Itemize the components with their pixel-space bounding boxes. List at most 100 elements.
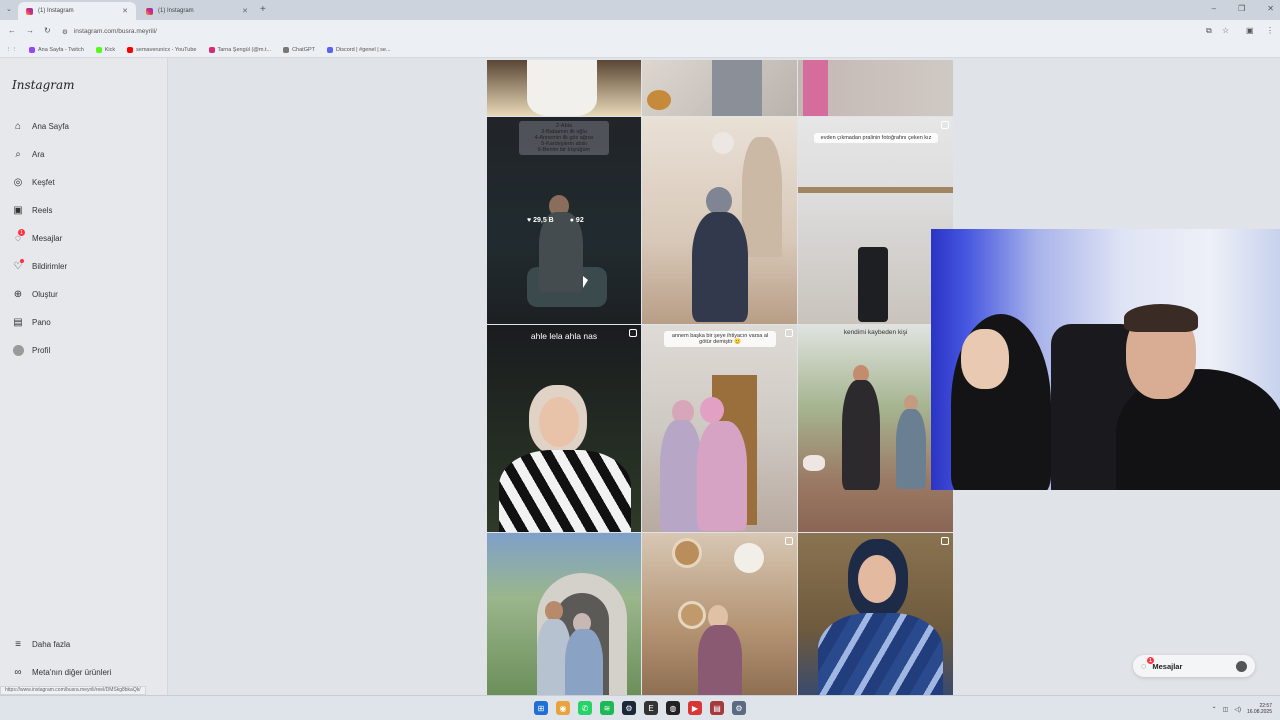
messages-badge: 1 (18, 229, 25, 236)
comments-count: ● 92 (569, 217, 584, 224)
sidebar-item-meta[interactable]: ∞ Meta'nın diğer ürünleri (12, 666, 111, 678)
meta-icon: ∞ (14, 666, 22, 678)
sidebar-item-profile[interactable]: Profil (12, 344, 50, 356)
sidebar-item-search[interactable]: ⌕ Ara (12, 148, 44, 160)
compass-icon: ◎ (13, 176, 23, 188)
system-tray: ⌃ ◫ ◁) 22:57 16.08.2025 (1212, 703, 1272, 715)
obs-icon[interactable]: ◍ (666, 701, 680, 715)
network-icon[interactable]: ◫ (1223, 706, 1229, 713)
url-field[interactable]: ⚙ instagram.com/busra.meyrili/ (62, 25, 1192, 38)
install-app-icon[interactable]: ⧉ (1206, 26, 1212, 36)
chrome-icon[interactable]: ◉ (556, 701, 570, 715)
post-tile[interactable] (642, 533, 797, 695)
sidebar-item-reels[interactable]: ▣ Reels (12, 204, 52, 216)
post-tile[interactable] (798, 60, 953, 116)
tab-instagram-2[interactable]: (1) Instagram ✕ (138, 2, 256, 20)
post-tile[interactable]: kendimi kaybeden kişi (798, 325, 953, 532)
sidebar-item-home[interactable]: ⌂ Ana Sayfa (12, 120, 69, 132)
plus-square-icon: ⊕ (13, 288, 23, 300)
restore-icon[interactable]: ❐ (1238, 4, 1245, 13)
instagram-logo[interactable]: Instagram (12, 78, 75, 92)
likes-count: ♥ 29,5 B (527, 217, 554, 224)
sidebar-item-notifications[interactable]: ♡ Bildirimler (12, 259, 67, 272)
url-text: instagram.com/busra.meyrili/ (73, 28, 157, 35)
sidebar-item-more[interactable]: ≡ Daha fazla (12, 638, 70, 650)
tray-chevron-icon[interactable]: ⌃ (1212, 706, 1217, 713)
multi-post-icon (941, 121, 949, 129)
system-clock[interactable]: 22:57 16.08.2025 (1247, 703, 1272, 715)
minimize-icon[interactable]: – (1212, 4, 1216, 13)
instagram-favicon-icon (146, 7, 153, 15)
bookmark-youtube[interactable]: semaverunicx - YouTube (127, 46, 197, 53)
post-tile[interactable]: annem başka bir şeye ihtiyacın varsa al … (642, 325, 797, 532)
address-bar-row: ← → ↻ ⚙ instagram.com/busra.meyrili/ ⧉ ☆… (0, 20, 1280, 42)
post-tile-hovered[interactable]: 2-Abla 3-Babamın ilk oğlu 4-Annemin ilk … (487, 117, 641, 324)
youtube-app-icon[interactable]: ▶ (688, 701, 702, 715)
hamburger-menu-icon: ≡ (15, 638, 21, 650)
dashboard-icon: ▤ (13, 316, 23, 328)
multi-post-icon (785, 329, 793, 337)
tab-list-dropdown-icon[interactable]: ⌄ (6, 5, 12, 13)
sidebar-item-explore[interactable]: ◎ Keşfet (12, 176, 55, 188)
apps-grid-icon[interactable]: ⋮⋮ (6, 47, 17, 53)
close-tab-icon[interactable]: ✕ (122, 7, 128, 15)
close-tab-icon[interactable]: ✕ (242, 7, 248, 15)
post-tile[interactable] (642, 60, 797, 116)
browser-tab-bar: ⌄ (1) Instagram ✕ (1) Instagram ✕ + – ❐ … (0, 0, 1280, 20)
instagram-sidebar: Instagram ⌂ Ana Sayfa ⌕ Ara ◎ Keşfet ▣ R… (0, 58, 168, 695)
bookmark-star-icon[interactable]: ☆ (1222, 26, 1229, 35)
back-icon[interactable]: ← (8, 26, 16, 35)
mouse-cursor (583, 276, 588, 288)
windows-taskbar: ⊞ ◉ ✆ ≋ ⚙ E ◍ ▶ ▤ ⚙ ⌃ ◫ ◁) 22:57 16.08.2… (0, 695, 1280, 720)
epic-games-icon[interactable]: E (644, 701, 658, 715)
bookmark-twitch[interactable]: Ana Sayfa - Twitch (29, 46, 84, 53)
bookmark-kick[interactable]: Kick (95, 46, 115, 53)
site-info-icon[interactable]: ⚙ (62, 28, 68, 36)
post-caption: 2-Abla 3-Babamın ilk oğlu 4-Annemin ilk … (519, 121, 609, 155)
forward-icon[interactable]: → (26, 26, 34, 35)
kick-icon (95, 46, 102, 53)
reload-icon[interactable]: ↻ (44, 26, 51, 35)
whatsapp-icon[interactable]: ✆ (578, 701, 592, 715)
messenger-icon: ◌ 1 (1141, 657, 1154, 671)
window-controls: – ❐ ✕ (1212, 4, 1274, 13)
new-tab-button[interactable]: + (260, 4, 266, 15)
post-caption: evden çıkmadan pralinin fotoğrafını çeke… (814, 133, 938, 143)
close-window-icon[interactable]: ✕ (1267, 4, 1274, 13)
steam-icon[interactable]: ⚙ (622, 701, 636, 715)
sidebar-item-dashboard[interactable]: ▤ Pano (12, 316, 50, 328)
sidebar-item-create[interactable]: ⊕ Oluştur (12, 288, 58, 300)
reel-icon (941, 537, 949, 545)
notification-dot (20, 259, 24, 263)
post-tile[interactable]: ahle lela ahla nas (487, 325, 641, 532)
menu-dots-icon[interactable]: ⋮ (1266, 26, 1274, 35)
app-icon[interactable]: ▤ (710, 701, 724, 715)
avatar (1236, 660, 1247, 672)
messenger-icon: ◌ 1 (12, 229, 25, 244)
bookmark-chatgpt[interactable]: ChatGPT (283, 46, 315, 53)
windows-start-icon[interactable]: ⊞ (534, 701, 548, 715)
post-tile[interactable] (642, 117, 797, 324)
bookmark-discord[interactable]: Discord | #genel | se... (327, 46, 391, 53)
post-tile[interactable] (487, 60, 641, 116)
settings-icon[interactable]: ⚙ (732, 701, 746, 715)
twitch-icon (29, 46, 35, 53)
chatgpt-icon (283, 46, 290, 53)
post-tile[interactable] (798, 533, 953, 695)
tab-instagram-active[interactable]: (1) Instagram ✕ (18, 2, 136, 20)
volume-icon[interactable]: ◁) (1234, 706, 1241, 713)
discord-icon (327, 46, 334, 53)
messages-floating-button[interactable]: ◌ 1 Mesajlar (1133, 655, 1255, 677)
instagram-favicon-icon (26, 7, 33, 15)
bookmark-instagram[interactable]: Tarna Şengül (@m.t... (208, 46, 271, 53)
sidebar-item-messages[interactable]: ◌ 1 Mesajlar (12, 229, 62, 244)
spotify-icon[interactable]: ≋ (600, 701, 614, 715)
post-stats: ♥ 29,5 B ● 92 (527, 217, 584, 224)
extensions-icon[interactable]: ▣ (1246, 26, 1254, 35)
post-tile[interactable] (487, 533, 641, 695)
post-caption: ahle lela ahla nas (530, 331, 598, 341)
profile-post-grid: 2-Abla 3-Babamın ilk oğlu 4-Annemin ilk … (487, 60, 953, 695)
home-icon: ⌂ (14, 120, 22, 132)
reel-icon (629, 329, 637, 337)
post-tile[interactable]: evden çıkmadan pralinin fotoğrafını çeke… (798, 117, 953, 324)
